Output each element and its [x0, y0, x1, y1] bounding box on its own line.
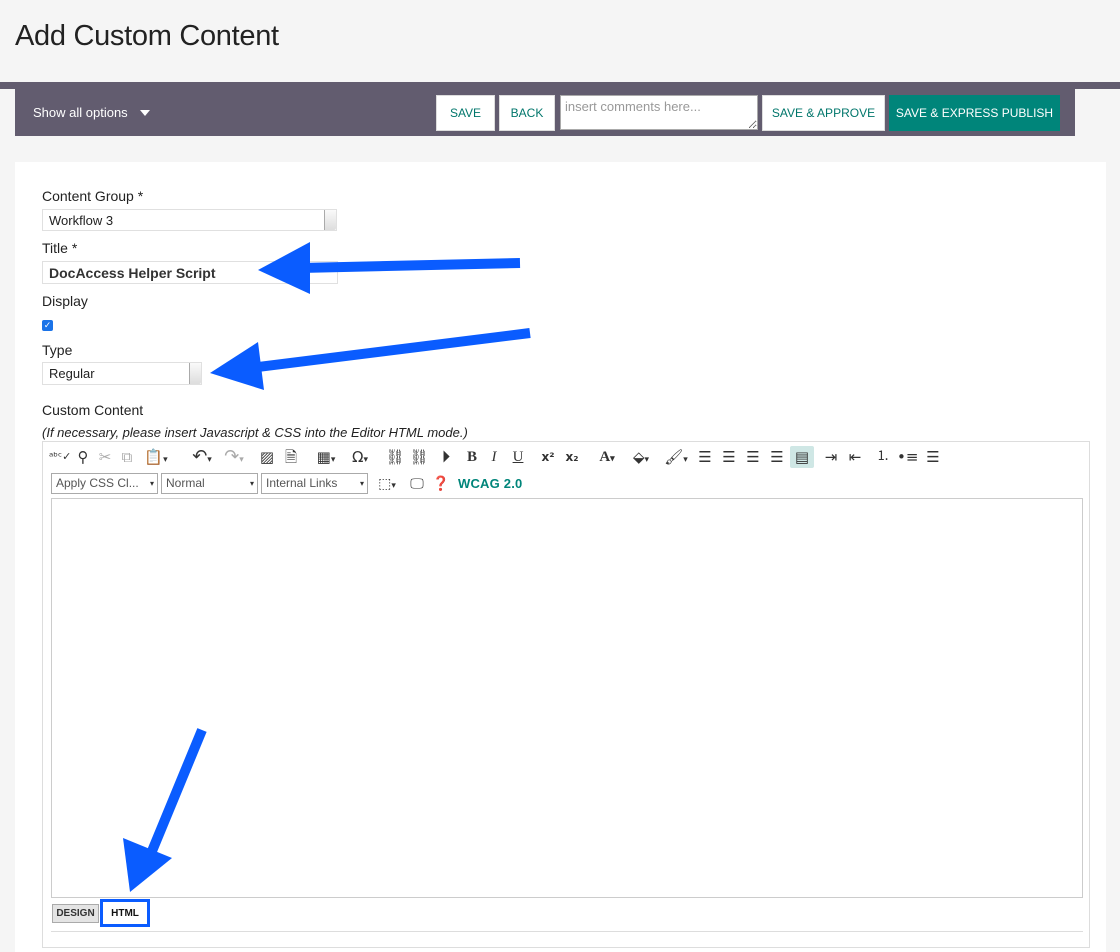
- select-grip-icon: [324, 210, 336, 230]
- save-approve-button[interactable]: SAVE & APPROVE: [762, 95, 885, 131]
- title-label: Title *: [42, 240, 78, 256]
- html-mode-tab[interactable]: HTML: [100, 899, 150, 927]
- internal-links-select[interactable]: Internal Links ▾: [261, 473, 368, 494]
- module-icon[interactable]: ⬚▾: [373, 473, 401, 495]
- link-icon[interactable]: ⛓: [385, 446, 405, 468]
- undo-icon[interactable]: ↶▾: [187, 446, 217, 468]
- content-group-value: Workflow 3: [49, 212, 114, 228]
- title-value: DocAccess Helper Script: [49, 264, 216, 281]
- copy-icon[interactable]: ⧉: [117, 446, 137, 468]
- design-mode-tab[interactable]: DESIGN: [52, 904, 99, 923]
- cut-icon[interactable]: ✂: [95, 446, 115, 468]
- spellcheck-icon[interactable]: ᵃᵇᶜ✓: [49, 446, 71, 468]
- align-center-icon[interactable]: ☰: [719, 446, 739, 468]
- save-express-publish-button[interactable]: SAVE & EXPRESS PUBLISH: [889, 95, 1060, 131]
- format-stripper-icon[interactable]: 🖌▾: [661, 446, 691, 468]
- show-all-options-toggle[interactable]: Show all options: [33, 105, 150, 120]
- bullet-list-icon[interactable]: •≡: [897, 446, 918, 468]
- custom-content-label: Custom Content: [42, 402, 144, 418]
- custom-content-hint: (If necessary, please insert Javascript …: [42, 425, 468, 440]
- page-header: Add Custom Content: [0, 0, 1120, 82]
- omega-icon[interactable]: Ω▾: [345, 446, 375, 468]
- document-icon[interactable]: 🗎: [281, 446, 301, 468]
- italic-icon[interactable]: I: [485, 446, 503, 468]
- paragraph-icon[interactable]: ☰: [923, 446, 943, 468]
- display-checkbox[interactable]: ✓: [42, 320, 53, 331]
- content-group-label: Content Group *: [42, 188, 144, 204]
- wcag-checker-button[interactable]: WCAG 2.0: [458, 476, 522, 491]
- align-left-icon[interactable]: ☰: [695, 446, 715, 468]
- font-color-icon[interactable]: A▾: [593, 446, 621, 468]
- css-class-select[interactable]: Apply CSS Cl... ▾: [51, 473, 158, 494]
- dropdown-arrow-icon: ▾: [149, 479, 154, 488]
- paste-icon[interactable]: 📋▾: [141, 446, 171, 468]
- preview-icon[interactable]: 🖵: [407, 473, 427, 495]
- page-title: Add Custom Content: [15, 20, 279, 52]
- editor-content-area[interactable]: [51, 498, 1083, 898]
- redo-icon[interactable]: ↷▾: [219, 446, 249, 468]
- caret-down-icon: [139, 109, 150, 116]
- type-select[interactable]: Regular: [42, 362, 202, 385]
- help-icon[interactable]: ❓: [431, 473, 451, 495]
- bold-icon[interactable]: B: [463, 446, 481, 468]
- editor-toolbar-row-1: ᵃᵇᶜ✓ ⚲ ✂ ⧉ 📋▾ ↶▾ ↷▾ ▨ 🗎 ▦▾ Ω▾ ⛓ ⛓ ⏵ B I …: [49, 446, 1079, 468]
- dropdown-arrow-icon: ▾: [359, 479, 364, 488]
- type-label: Type: [42, 342, 73, 358]
- header-divider: [0, 82, 1120, 89]
- numbered-list-icon[interactable]: ⒈: [873, 446, 893, 468]
- unlink-icon[interactable]: ⛓: [409, 446, 429, 468]
- dropdown-arrow-icon: ▾: [249, 479, 254, 488]
- underline-icon[interactable]: U: [509, 446, 527, 468]
- outdent-icon[interactable]: ⇤: [845, 446, 865, 468]
- content-form-panel: Content Group * Workflow 3 Title * DocAc…: [15, 162, 1106, 952]
- paragraph-format-select[interactable]: Normal ▾: [161, 473, 258, 494]
- highlight-icon[interactable]: ⬙▾: [627, 446, 655, 468]
- back-button[interactable]: BACK: [499, 95, 555, 131]
- justify-icon[interactable]: ☰: [767, 446, 787, 468]
- comments-input[interactable]: [560, 95, 758, 130]
- indent-icon[interactable]: ⇥: [821, 446, 841, 468]
- rich-text-editor: ᵃᵇᶜ✓ ⚲ ✂ ⧉ 📋▾ ↶▾ ↷▾ ▨ 🗎 ▦▾ Ω▾ ⛓ ⛓ ⏵ B I …: [42, 441, 1090, 948]
- save-button[interactable]: SAVE: [436, 95, 495, 131]
- subscript-icon[interactable]: x₂: [563, 446, 581, 468]
- action-toolbar: Show all options SAVE BACK SAVE & APPROV…: [15, 89, 1075, 136]
- select-grip-icon: [189, 363, 201, 384]
- align-right-icon[interactable]: ☰: [743, 446, 763, 468]
- content-group-select[interactable]: Workflow 3: [42, 209, 337, 231]
- image-icon[interactable]: ▨: [257, 446, 277, 468]
- css-class-value: Apply CSS Cl...: [56, 476, 139, 490]
- superscript-icon[interactable]: x²: [539, 446, 557, 468]
- no-align-icon[interactable]: ▤: [790, 446, 814, 468]
- title-input[interactable]: DocAccess Helper Script: [42, 261, 338, 284]
- internal-links-value: Internal Links: [266, 476, 338, 490]
- display-label: Display: [42, 293, 88, 309]
- media-icon[interactable]: ⏵: [435, 446, 457, 468]
- find-icon[interactable]: ⚲: [73, 446, 93, 468]
- paragraph-format-value: Normal: [166, 476, 205, 490]
- show-all-options-label: Show all options: [33, 105, 128, 120]
- table-icon[interactable]: ▦▾: [311, 446, 341, 468]
- type-value: Regular: [49, 366, 95, 381]
- editor-bottom-divider: [51, 931, 1083, 932]
